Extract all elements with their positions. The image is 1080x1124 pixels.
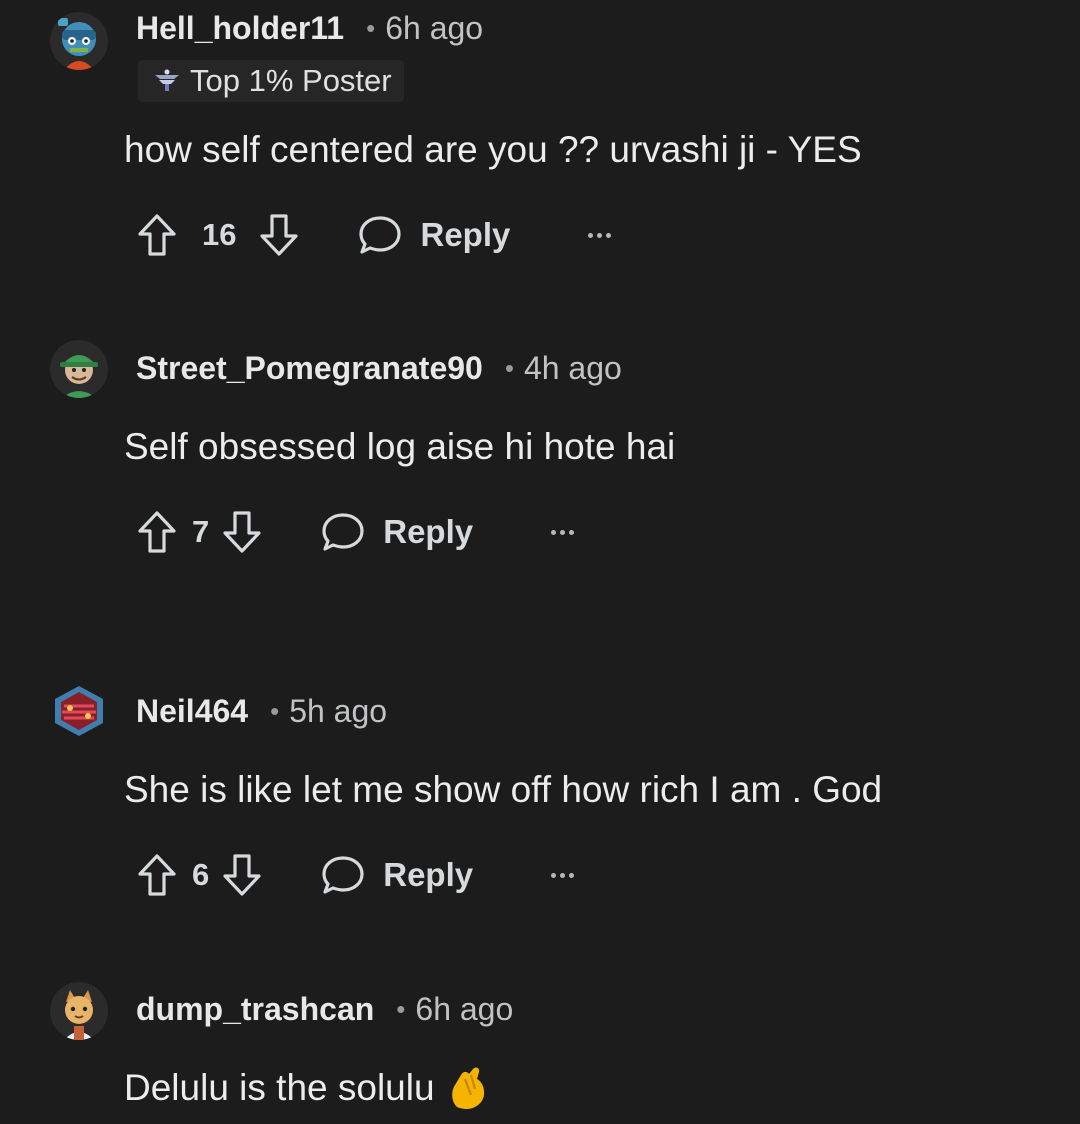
username[interactable]: Street_Pomegranate90 — [136, 350, 483, 387]
reply-button[interactable]: Reply — [321, 854, 473, 896]
dot-icon — [597, 232, 603, 238]
comment-body: She is like let me show off how rich I a… — [124, 769, 883, 810]
comment-header: Street_Pomegranate90 • 4h ago — [136, 348, 622, 388]
speech-bubble-icon — [322, 856, 364, 894]
comment-body: Delulu is the solulu — [124, 1066, 491, 1110]
separator-dot: • — [366, 12, 376, 43]
upvote-arrow-icon — [138, 854, 176, 896]
downvote-arrow-icon — [260, 214, 299, 256]
dot-icon — [560, 872, 566, 878]
timestamp: 4h ago — [523, 349, 622, 386]
dot-icon — [569, 529, 575, 535]
separator-dot: • — [504, 352, 514, 383]
username[interactable]: Hell_holder11 — [136, 10, 344, 47]
avatar[interactable] — [50, 340, 108, 398]
avatar[interactable] — [50, 12, 108, 70]
comment-actions: 7 Reply — [136, 507, 575, 557]
avatar-hexagon-icon — [50, 682, 108, 740]
reply-label: Reply — [383, 856, 474, 893]
vote-score: 16 — [202, 217, 237, 252]
more-options-button[interactable] — [551, 855, 575, 895]
flair-label: Top 1% Poster — [190, 63, 392, 98]
timestamp: 6h ago — [385, 9, 484, 46]
vote-score: 7 — [192, 514, 210, 549]
downvote-arrow-icon — [223, 511, 261, 553]
timestamp: 6h ago — [415, 990, 514, 1027]
username[interactable]: dump_trashcan — [136, 991, 374, 1028]
pinched-fingers-icon — [447, 1065, 491, 1111]
separator-dot: • — [396, 993, 406, 1024]
separator-dot: • — [270, 695, 280, 726]
comment-body-text: Delulu is the solulu — [124, 1067, 435, 1108]
upvote-button[interactable] — [136, 852, 178, 898]
comment-body: how self centered are you ?? urvashi ji … — [124, 129, 862, 170]
dot-icon — [551, 872, 557, 878]
upvote-arrow-icon — [138, 214, 176, 256]
comment-actions: 6 Reply — [136, 850, 575, 900]
downvote-button[interactable] — [258, 212, 300, 258]
comment-header: Hell_holder11 • 6h ago — [136, 8, 483, 48]
username[interactable]: Neil464 — [136, 693, 248, 730]
comment-header: Neil464 • 5h ago — [136, 691, 387, 731]
comment-body: Self obsessed log aise hi hote hai — [124, 426, 676, 467]
dot-icon — [606, 232, 612, 238]
reply-label: Reply — [383, 513, 474, 550]
upvote-button[interactable] — [136, 212, 178, 258]
avatar-green-cap-icon — [50, 340, 108, 398]
timestamp: 5h ago — [289, 692, 388, 729]
avatar[interactable] — [50, 982, 108, 1040]
trophy-icon — [152, 68, 182, 94]
dot-icon — [560, 529, 566, 535]
reply-label: Reply — [420, 216, 511, 253]
dot-icon — [588, 232, 594, 238]
downvote-arrow-icon — [223, 854, 261, 896]
comment-header: dump_trashcan • 6h ago — [136, 989, 513, 1029]
speech-bubble-icon — [359, 216, 402, 254]
avatar-cat-icon — [50, 982, 108, 1040]
reply-button[interactable]: Reply — [358, 214, 510, 256]
more-options-button[interactable] — [588, 215, 612, 255]
dot-icon — [551, 529, 557, 535]
downvote-button[interactable] — [221, 852, 263, 898]
avatar-zombie-icon — [50, 12, 108, 70]
comment-actions: 16 Reply — [136, 210, 612, 260]
dot-icon — [569, 872, 575, 878]
avatar[interactable] — [50, 682, 108, 740]
reply-button[interactable]: Reply — [321, 511, 473, 553]
speech-bubble-icon — [322, 513, 364, 551]
vote-score: 6 — [192, 857, 210, 892]
upvote-arrow-icon — [138, 511, 176, 553]
downvote-button[interactable] — [221, 509, 263, 555]
user-flair: Top 1% Poster — [138, 60, 404, 102]
more-options-button[interactable] — [551, 512, 575, 552]
upvote-button[interactable] — [136, 509, 178, 555]
